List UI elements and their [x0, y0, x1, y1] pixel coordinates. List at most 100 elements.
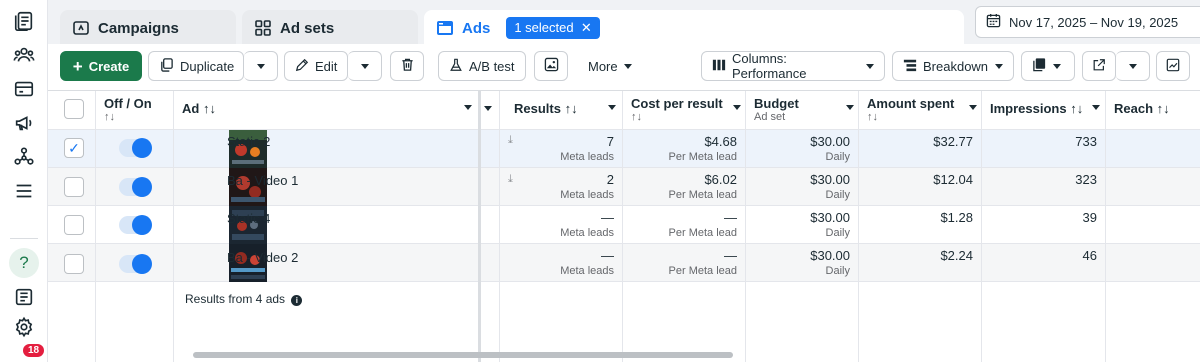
- selected-pill[interactable]: 1 selected ✕: [506, 17, 600, 39]
- chevron-down-icon[interactable]: [846, 105, 854, 110]
- edit-dropdown[interactable]: [348, 51, 382, 81]
- header-impressions[interactable]: Impressions ↑↓: [982, 91, 1105, 129]
- chevron-down-icon[interactable]: [733, 105, 741, 110]
- amount-cell: $32.77: [859, 129, 981, 167]
- duplicate-dropdown[interactable]: [244, 51, 278, 81]
- frozen-divider[interactable]: [478, 91, 481, 362]
- grid-icon: [254, 19, 272, 37]
- cost-cell: — Per Meta lead: [623, 205, 745, 243]
- ad-icon: [436, 19, 454, 37]
- sort-icon[interactable]: ↑↓: [1157, 101, 1170, 116]
- ad-name[interactable]: Static 2: [227, 134, 270, 149]
- column-divider: [1105, 91, 1106, 362]
- sort-icon[interactable]: ↑↓: [631, 111, 737, 123]
- budget-cell: $30.00 Daily: [746, 243, 858, 281]
- row-checkbox[interactable]: ✓: [64, 138, 84, 158]
- row-toggle[interactable]: [119, 177, 152, 197]
- tab-ads[interactable]: Ads 1 selected ✕: [424, 10, 964, 46]
- settings-icon[interactable]: [9, 312, 39, 342]
- ad-name[interactable]: Ba - Video 2: [227, 250, 298, 265]
- chevron-down-icon: [995, 63, 1003, 69]
- ad-name[interactable]: Static 4: [227, 211, 270, 226]
- cost-value: —: [724, 210, 737, 225]
- trash-icon: [400, 57, 415, 75]
- header-reach-label: Reach: [1114, 101, 1154, 116]
- help-icon[interactable]: ?: [9, 248, 39, 278]
- row-toggle[interactable]: [119, 215, 152, 235]
- notification-badge[interactable]: 18: [21, 342, 47, 359]
- row-checkbox[interactable]: [64, 254, 84, 274]
- reports-button[interactable]: [1021, 51, 1075, 81]
- results-cell: 7 Meta leads: [500, 129, 622, 167]
- calendar-icon: [986, 13, 1001, 31]
- duplicate-label: Duplicate: [180, 58, 235, 74]
- header-amount-spent[interactable]: Amount spent ↑↓: [859, 91, 981, 129]
- header-results[interactable]: Results ↑↓: [500, 91, 622, 129]
- more-button[interactable]: More: [578, 51, 648, 81]
- sort-icon[interactable]: ↑↓: [1070, 101, 1083, 116]
- breakdown-button[interactable]: Breakdown: [892, 51, 1014, 81]
- header-reach[interactable]: Reach ↑↓: [1106, 91, 1200, 129]
- menu-icon[interactable]: [9, 176, 39, 206]
- info-icon[interactable]: i: [291, 295, 303, 306]
- sort-icon[interactable]: ↑↓: [104, 111, 165, 123]
- tab-ad-sets[interactable]: Ad sets: [242, 10, 418, 46]
- cost-sub: Per Meta lead: [668, 189, 737, 201]
- date-range-picker[interactable]: Nov 17, 2025 – Nov 19, 2025: [975, 6, 1200, 38]
- charts-button[interactable]: [1156, 51, 1190, 81]
- amount-cell: $2.24: [859, 243, 981, 281]
- columns-button[interactable]: Columns: Performance: [701, 51, 885, 81]
- select-all-checkbox[interactable]: [64, 99, 84, 119]
- header-off-on[interactable]: Off / On ↑↓: [96, 91, 173, 129]
- row-toggle[interactable]: [119, 138, 152, 158]
- sort-icon[interactable]: ↑↓: [867, 111, 973, 123]
- trend-chart-icon: [1166, 58, 1180, 75]
- chevron-down-icon[interactable]: [608, 105, 616, 110]
- row-checkbox[interactable]: [64, 177, 84, 197]
- tab-campaigns[interactable]: Campaigns: [60, 10, 236, 46]
- header-off-on-label: Off / On: [104, 96, 152, 111]
- create-button[interactable]: + Create: [60, 51, 142, 81]
- chevron-down-icon[interactable]: [1092, 105, 1100, 110]
- cost-cell: — Per Meta lead: [623, 243, 745, 281]
- tab-ad-sets-label: Ad sets: [280, 19, 335, 37]
- megaphone-icon[interactable]: [9, 108, 39, 138]
- results-summary-label: Results from 4 ads: [185, 292, 286, 306]
- export-button[interactable]: [1082, 51, 1116, 81]
- chevron-down-icon[interactable]: [969, 105, 977, 110]
- tab-campaigns-label: Campaigns: [98, 19, 179, 37]
- header-budget[interactable]: Budget Ad set: [746, 91, 858, 129]
- audience-icon[interactable]: [9, 40, 39, 70]
- close-icon[interactable]: ✕: [581, 20, 592, 35]
- toolbar: + Create Duplicate Edit A/B test More Co…: [48, 44, 1200, 90]
- row-toggle[interactable]: [119, 254, 152, 274]
- cost-sub: Per Meta lead: [668, 227, 737, 239]
- chevron-down-icon[interactable]: [464, 105, 472, 110]
- sort-icon[interactable]: ↑↓: [565, 101, 578, 116]
- row-checkbox[interactable]: [64, 215, 84, 235]
- ab-test-button[interactable]: A/B test: [438, 51, 526, 81]
- selected-pill-label: 1 selected: [514, 20, 574, 35]
- duplicate-icon: [159, 57, 174, 75]
- export-dropdown[interactable]: [1116, 51, 1150, 81]
- sort-icon[interactable]: ↑↓: [203, 101, 216, 116]
- duplicate-button[interactable]: Duplicate: [148, 51, 244, 81]
- network-icon[interactable]: [9, 142, 39, 172]
- header-cost-per-result[interactable]: Cost per result ↑↓: [623, 91, 745, 129]
- header-ad[interactable]: Ad ↑↓: [174, 91, 478, 129]
- chevron-down-icon[interactable]: [484, 106, 492, 111]
- chevron-down-icon: [623, 63, 632, 69]
- news-icon[interactable]: [9, 282, 39, 312]
- delete-button[interactable]: [390, 51, 424, 81]
- results-sub: Meta leads: [560, 265, 614, 277]
- amount-value: $2.24: [940, 248, 973, 263]
- edit-button[interactable]: Edit: [284, 51, 348, 81]
- horizontal-scrollbar[interactable]: [193, 352, 733, 358]
- plus-icon: +: [72, 56, 83, 76]
- preview-button[interactable]: [534, 51, 568, 81]
- impressions-cell: 733: [982, 129, 1105, 167]
- billing-icon[interactable]: [9, 74, 39, 104]
- breakdown-label: Breakdown: [923, 58, 989, 74]
- pages-icon[interactable]: [9, 6, 39, 36]
- ad-name[interactable]: Ba - Video 1: [227, 173, 298, 188]
